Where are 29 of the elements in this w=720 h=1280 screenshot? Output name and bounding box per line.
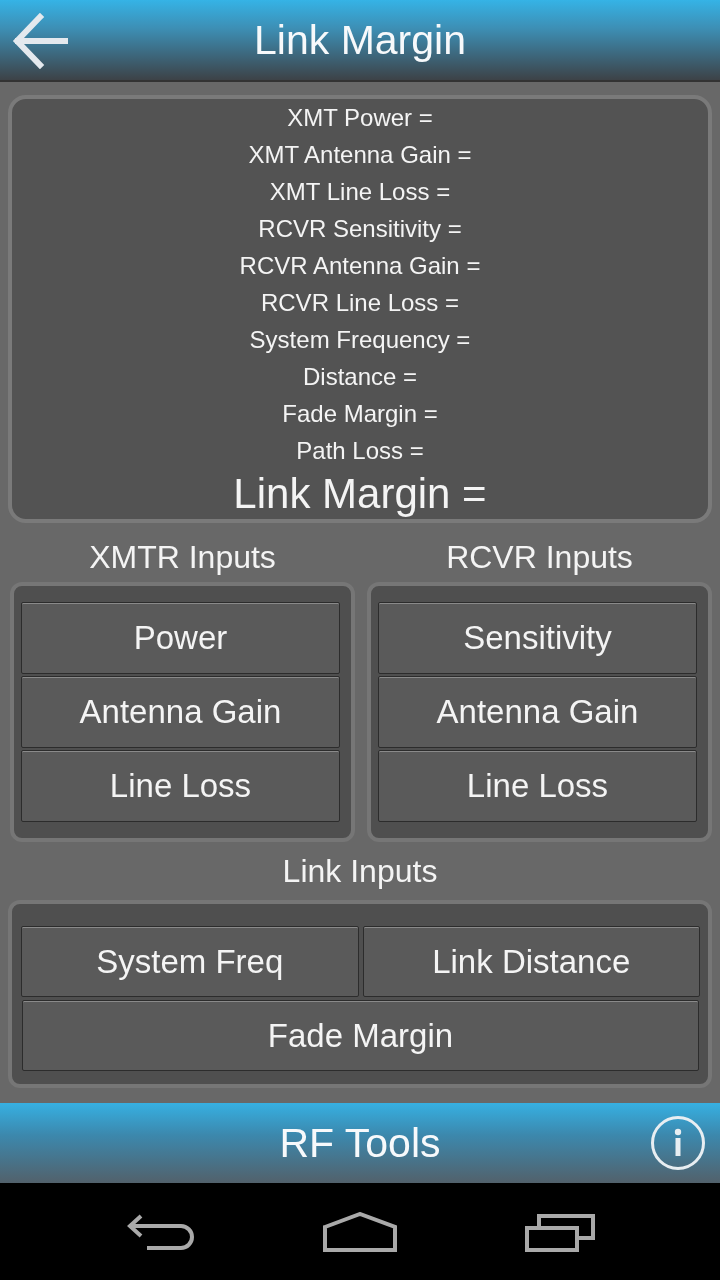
- recents-icon[interactable]: [525, 1211, 595, 1252]
- input-button[interactable]: Line Loss: [378, 750, 697, 822]
- result-label: RCVR Line Loss =: [260, 288, 460, 318]
- home-icon[interactable]: [323, 1211, 397, 1252]
- bottom-bar-title: RF Tools: [279, 1119, 441, 1167]
- input-button[interactable]: Sensitivity: [378, 602, 697, 674]
- input-button[interactable]: Fade Margin: [22, 1000, 699, 1071]
- input-button[interactable]: Antenna Gain: [21, 676, 340, 748]
- app-bar-title: Link Margin: [254, 16, 466, 64]
- total-result-label: Link Margin =: [233, 469, 487, 519]
- input-button[interactable]: Antenna Gain: [378, 676, 697, 748]
- result-label: System Frequency =: [249, 325, 471, 355]
- result-label: Distance =: [302, 362, 418, 392]
- section-heading: RCVR Inputs: [446, 538, 633, 577]
- info-icon[interactable]: [650, 1115, 706, 1171]
- input-button[interactable]: Link Distance: [362, 926, 700, 997]
- input-button[interactable]: Line Loss: [21, 750, 340, 822]
- result-label: Path Loss =: [296, 436, 424, 466]
- back-icon[interactable]: [12, 13, 68, 69]
- result-label: XMT Antenna Gain =: [248, 140, 472, 170]
- section-heading: XMTR Inputs: [89, 538, 276, 577]
- input-button[interactable]: Power: [21, 602, 340, 674]
- result-label: Fade Margin =: [282, 399, 438, 429]
- result-label: RCVR Sensitivity =: [258, 214, 462, 244]
- result-label: RCVR Antenna Gain =: [239, 251, 481, 281]
- result-label: XMT Line Loss =: [269, 177, 451, 207]
- result-label: XMT Power =: [287, 103, 433, 133]
- section-heading: Link Inputs: [282, 852, 438, 891]
- input-button[interactable]: System Freq: [21, 926, 359, 997]
